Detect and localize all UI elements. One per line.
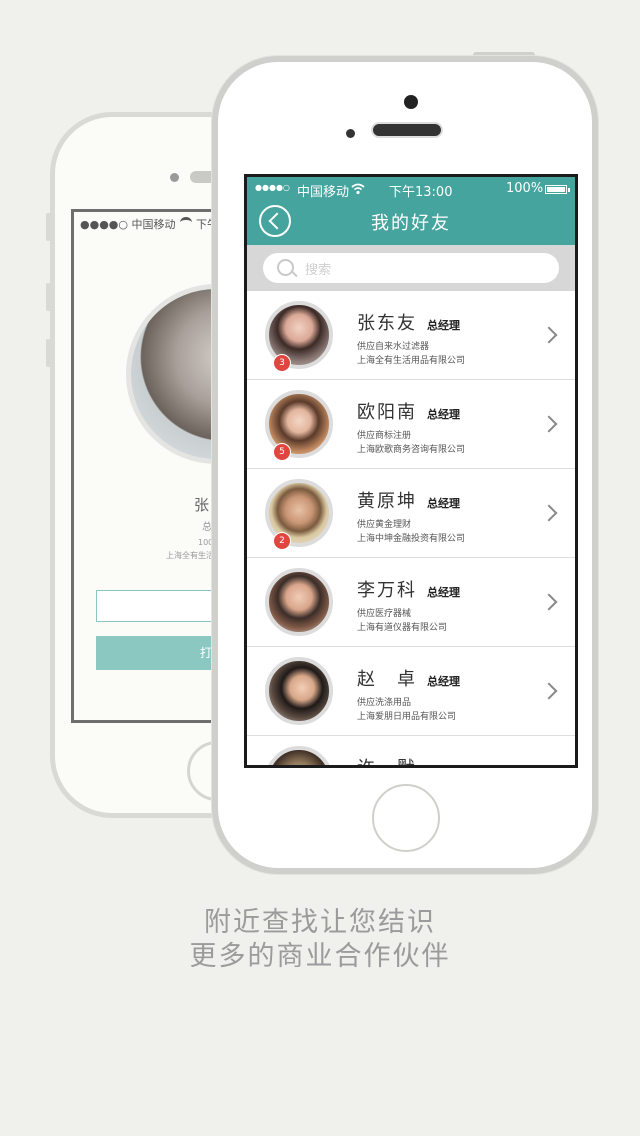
back-status-carrier: ●●●●○ 中国移动 — [80, 216, 192, 232]
friend-name: 赵 卓 — [357, 669, 417, 690]
friend-name: 欧阳南 — [357, 402, 417, 423]
friend-row[interactable]: 李万科 总经理 供应医疗器械 上海有道仪器有限公司 — [247, 558, 575, 647]
friend-role: 总经理 — [427, 319, 460, 332]
battery-percent: 100% — [506, 181, 544, 196]
caption-line-2: 更多的商业合作伙伴 — [189, 941, 451, 972]
friend-description: 供应商标注册 — [357, 431, 412, 441]
camera-icon — [404, 95, 418, 109]
friend-role: 总经理 — [427, 497, 460, 510]
friend-role: 总经理 — [427, 408, 460, 421]
friend-name: 黄原坤 — [357, 491, 417, 512]
front-phone: ●●●●○ 中国移动 下午13:00 100% 我的好友 搜索 3 张东友 总经… — [212, 56, 598, 874]
chevron-right-icon — [540, 682, 558, 700]
friend-description: 供应洗涤用品 — [357, 698, 412, 708]
nav-header: ●●●●○ 中国移动 下午13:00 100% 我的好友 — [247, 177, 575, 245]
page-title: 我的好友 — [371, 213, 451, 234]
chevron-right-icon — [540, 415, 558, 433]
search-bar: 搜索 — [247, 245, 575, 291]
wifi-icon — [179, 217, 192, 228]
unread-badge: 3 — [273, 354, 291, 372]
friend-company: 上海中坤金融投资有限公司 — [357, 534, 466, 544]
side-button — [46, 339, 51, 367]
camera-icon — [170, 173, 179, 182]
profile-count: 100 — [198, 538, 214, 547]
app-screen: ●●●●○ 中国移动 下午13:00 100% 我的好友 搜索 3 张东友 总经… — [244, 174, 578, 768]
search-placeholder: 搜索 — [305, 263, 332, 278]
battery-icon — [545, 185, 570, 194]
avatar — [265, 746, 333, 765]
signal-strength: ●●●●○ — [255, 183, 290, 192]
friend-description: 供应黄金理财 — [357, 520, 412, 530]
side-button — [46, 283, 51, 311]
friend-company: 上海全有生活用品有限公司 — [357, 356, 466, 366]
unread-badge: 2 — [273, 532, 291, 550]
speaker — [371, 122, 443, 138]
friend-list: 3 张东友 总经理 供应自来水过滤器 上海全有生活用品有限公司 5 欧阳南 总经… — [247, 291, 575, 765]
friend-row[interactable]: 5 欧阳南 总经理 供应商标注册 上海欧歌商务咨询有限公司 — [247, 380, 575, 469]
sensor-dot — [346, 129, 355, 138]
chevron-right-icon — [540, 504, 558, 522]
home-button — [372, 784, 440, 852]
wifi-icon — [351, 183, 365, 195]
avatar — [265, 657, 333, 725]
friend-name: 李万科 — [357, 580, 417, 601]
friend-company: 上海欧歌商务咨询有限公司 — [357, 445, 466, 455]
friend-description: 供应医疗器械 — [357, 609, 412, 619]
friend-role: 总经理 — [427, 586, 460, 599]
search-input[interactable]: 搜索 — [263, 253, 559, 283]
friend-name: 张东友 — [357, 313, 417, 334]
friend-description: 供应自来水过滤器 — [357, 342, 430, 352]
friend-company: 上海有道仪器有限公司 — [357, 623, 448, 633]
status-time: 下午13:00 — [389, 185, 453, 200]
friend-row[interactable]: 3 张东友 总经理 供应自来水过滤器 上海全有生活用品有限公司 — [247, 291, 575, 380]
status-bar: ●●●●○ 中国移动 下午13:00 100% — [247, 177, 575, 201]
carrier-label: 中国移动 — [297, 185, 350, 200]
profile-company: 上海全有生活 — [166, 551, 214, 560]
friend-role: 总经理 — [427, 675, 460, 688]
friend-row[interactable]: 2 黄原坤 总经理 供应黄金理财 上海中坤金融投资有限公司 — [247, 469, 575, 558]
friend-row[interactable]: 赵 卓 总经理 供应洗涤用品 上海爱朋日用品有限公司 — [247, 647, 575, 736]
search-icon — [277, 259, 294, 276]
friend-company: 上海爱朋日用品有限公司 — [357, 712, 457, 722]
chevron-right-icon — [540, 593, 558, 611]
friend-row[interactable]: 许 默 — [247, 736, 575, 765]
unread-badge: 5 — [273, 443, 291, 461]
chevron-right-icon — [540, 326, 558, 344]
side-button — [46, 213, 51, 241]
avatar — [265, 568, 333, 636]
friend-name: 许 默 — [357, 754, 417, 765]
